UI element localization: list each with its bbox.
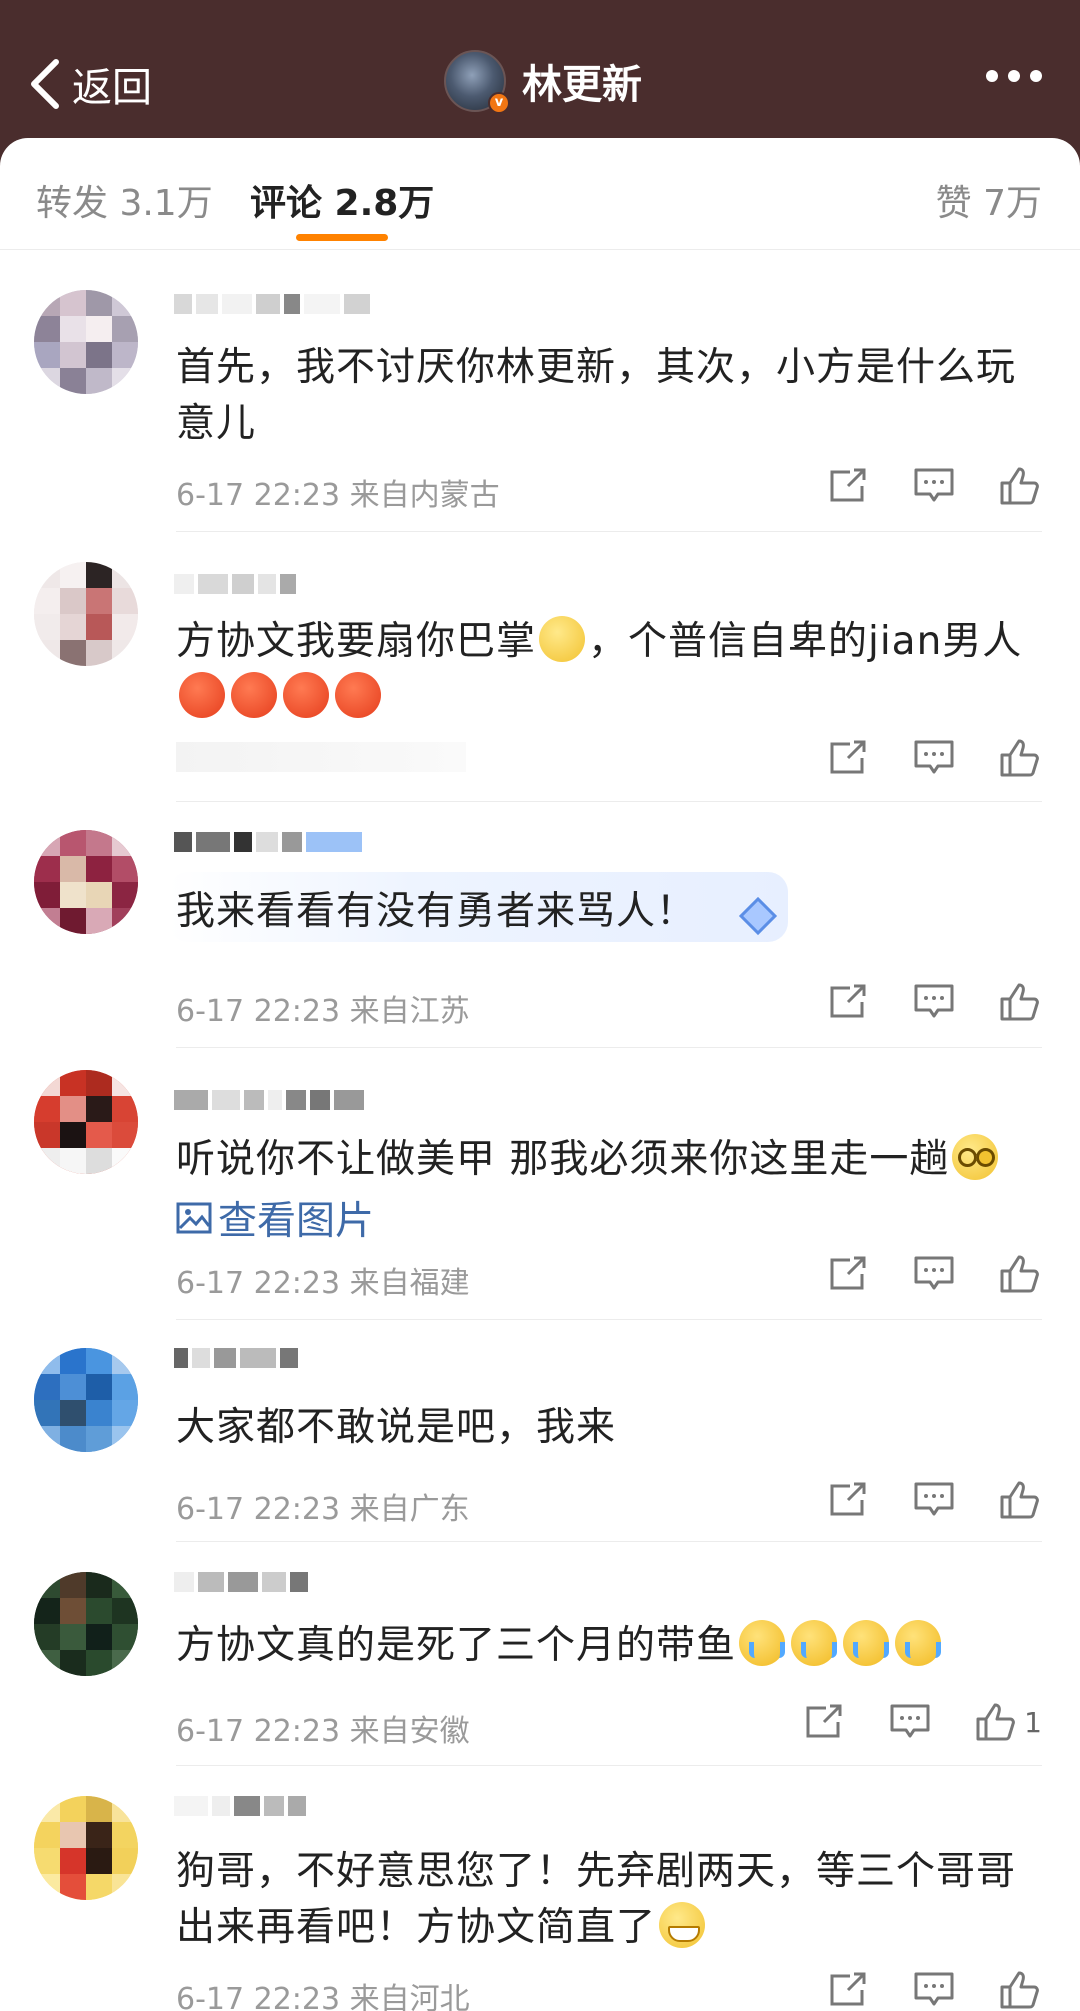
comment-item: 方协文我要扇你巴掌 ，个普信自卑的jian男人 [0, 532, 1080, 802]
crying-emoji-icon [843, 1620, 890, 1666]
avatar[interactable] [34, 562, 138, 666]
thumbs-up-icon[interactable] [974, 1702, 1018, 1742]
back-label: 返回 [72, 65, 152, 111]
profile-title[interactable]: v 林更新 [444, 50, 642, 114]
username-blurred[interactable] [174, 1796, 306, 1826]
comment-bubble-icon[interactable] [912, 1254, 956, 1294]
avatar[interactable] [34, 290, 138, 394]
username-blurred[interactable] [174, 294, 370, 324]
verified-badge: v [488, 92, 510, 114]
share-out-icon[interactable] [826, 1480, 870, 1520]
thumbs-up-icon[interactable] [998, 466, 1042, 506]
comment-actions: 1 [760, 1702, 1042, 1742]
comment-meta-blurred [176, 742, 466, 772]
username-blurred[interactable] [174, 1348, 298, 1378]
tab-bar: 转发 3.1万 评论 2.8万 赞 7万 [0, 138, 1080, 250]
comment-item: 首先，我不讨厌你林更新，其次，小方是什么玩意儿 6-17 22:23 来自内蒙古 [0, 252, 1080, 532]
comment-text: 我来看看有没有勇者来骂人！ [176, 889, 697, 934]
comment-bubble-icon[interactable] [912, 982, 956, 1022]
comment-text: 方协文真的是死了三个月的带鱼 [176, 1618, 1046, 1674]
back-button[interactable]: 返回 [28, 54, 152, 114]
avatar[interactable] [34, 1348, 138, 1452]
comment-text-part: 狗哥，不好意思您了！先弃剧两天，等三个哥哥出来再看吧！方协文简直了 [176, 1849, 1017, 1950]
angry-emoji-icon [335, 672, 381, 718]
comment-meta: 6-17 22:23 来自河北 [176, 1982, 470, 2011]
avatar[interactable] [34, 1796, 138, 1900]
comment-actions [784, 1970, 1042, 2010]
image-icon [176, 1202, 212, 1234]
username-blurred[interactable] [174, 1090, 364, 1120]
comment-actions [784, 1254, 1042, 1294]
comment-actions [784, 738, 1042, 778]
comment-text-part: 方协文真的是死了三个月的带鱼 [176, 1623, 737, 1668]
share-out-icon[interactable] [826, 982, 870, 1022]
angry-emoji-icon [283, 672, 329, 718]
username-blurred[interactable] [174, 1572, 308, 1602]
tab-comments[interactable]: 评论 2.8万 [250, 174, 434, 226]
share-out-icon[interactable] [802, 1702, 846, 1742]
comment-meta: 6-17 22:23 来自广东 [176, 1492, 470, 1527]
avatar[interactable] [34, 830, 138, 934]
share-out-icon[interactable] [826, 466, 870, 506]
comment-bubble-icon[interactable] [888, 1702, 932, 1742]
comment-bubble-icon[interactable] [912, 738, 956, 778]
crying-emoji-icon [895, 1620, 942, 1666]
view-image-link[interactable]: 查看图片 [176, 1190, 374, 1246]
chevron-left-icon [31, 59, 59, 109]
thumbs-up-icon[interactable] [998, 1970, 1042, 2010]
comment-item: 方协文真的是死了三个月的带鱼 6-17 22:23 来自安徽 1 [0, 1542, 1080, 1766]
comment-text: 听说你不让做美甲 那我必须来你这里走一趟 [176, 1132, 1046, 1188]
angry-emoji-icon [231, 672, 277, 718]
share-out-icon[interactable] [826, 1970, 870, 2010]
grin-emoji-icon [659, 1902, 706, 1948]
glasses-emoji-icon [952, 1134, 999, 1180]
tab-indicator [296, 234, 388, 241]
thumbs-up-icon[interactable] [998, 982, 1042, 1022]
comment-actions [784, 1480, 1042, 1520]
comment-item: 大家都不敢说是吧，我来 6-17 22:23 来自广东 [0, 1320, 1080, 1542]
comment-text-part: ，个普信自卑的jian男人 [588, 619, 1023, 664]
comment-bubble-icon[interactable] [912, 1970, 956, 2010]
comment-meta: 6-17 22:23 来自江苏 [176, 994, 470, 1029]
crying-emoji-icon [791, 1620, 838, 1666]
avatar[interactable] [34, 1572, 138, 1676]
comment-item: 听说你不让做美甲 那我必须来你这里走一趟 查看图片 6-17 22:23 来自福… [0, 1048, 1080, 1320]
angry-emoji-icon [179, 672, 225, 718]
username-blurred[interactable] [174, 832, 362, 862]
more-dots-icon[interactable] [986, 70, 1042, 82]
comment-meta: 6-17 22:23 来自内蒙古 [176, 478, 500, 513]
comment-bubble-icon[interactable] [912, 466, 956, 506]
smile-emoji-icon [539, 616, 586, 662]
thumbs-up-icon[interactable] [998, 1480, 1042, 1520]
view-image-label: 查看图片 [218, 1199, 375, 1244]
comment-meta: 6-17 22:23 来自福建 [176, 1266, 470, 1301]
page-title: 林更新 [522, 62, 642, 108]
comment-text-part: 听说你不让做美甲 那我必须来你这里走一趟 [176, 1137, 950, 1182]
crying-emoji-icon [739, 1620, 786, 1666]
tab-likes[interactable]: 赞 7万 [936, 174, 1042, 226]
share-out-icon[interactable] [826, 1254, 870, 1294]
comment-meta: 6-17 22:23 来自安徽 [176, 1714, 470, 1749]
comment-text: 狗哥，不好意思您了！先弃剧两天，等三个哥哥出来再看吧！方协文简直了 [176, 1844, 1046, 1956]
like-count: 1 [1024, 1705, 1042, 1739]
comment-actions [784, 982, 1042, 1022]
comment-item: 我来看看有没有勇者来骂人！ 6-17 22:23 来自江苏 [0, 802, 1080, 1048]
avatar[interactable] [34, 1070, 138, 1174]
comment-actions [784, 466, 1042, 506]
comment-text-part: 方协文我要扇你巴掌 [176, 619, 537, 664]
comment-item: 狗哥，不好意思您了！先弃剧两天，等三个哥哥出来再看吧！方协文简直了 6-17 2… [0, 1766, 1080, 2011]
comment-text: 大家都不敢说是吧，我来 [176, 1405, 617, 1450]
username-blurred[interactable] [174, 574, 296, 604]
share-out-icon[interactable] [826, 738, 870, 778]
comment-text: 首先，我不讨厌你林更新，其次，小方是什么玩意儿 [176, 345, 1017, 446]
thumbs-up-icon[interactable] [998, 738, 1042, 778]
avatar[interactable]: v [444, 50, 510, 114]
tab-repost[interactable]: 转发 3.1万 [36, 174, 213, 226]
comment-bubble-icon[interactable] [912, 1480, 956, 1520]
comment-text: 方协文我要扇你巴掌 ，个普信自卑的jian男人 [176, 614, 1046, 726]
thumbs-up-icon[interactable] [998, 1254, 1042, 1294]
